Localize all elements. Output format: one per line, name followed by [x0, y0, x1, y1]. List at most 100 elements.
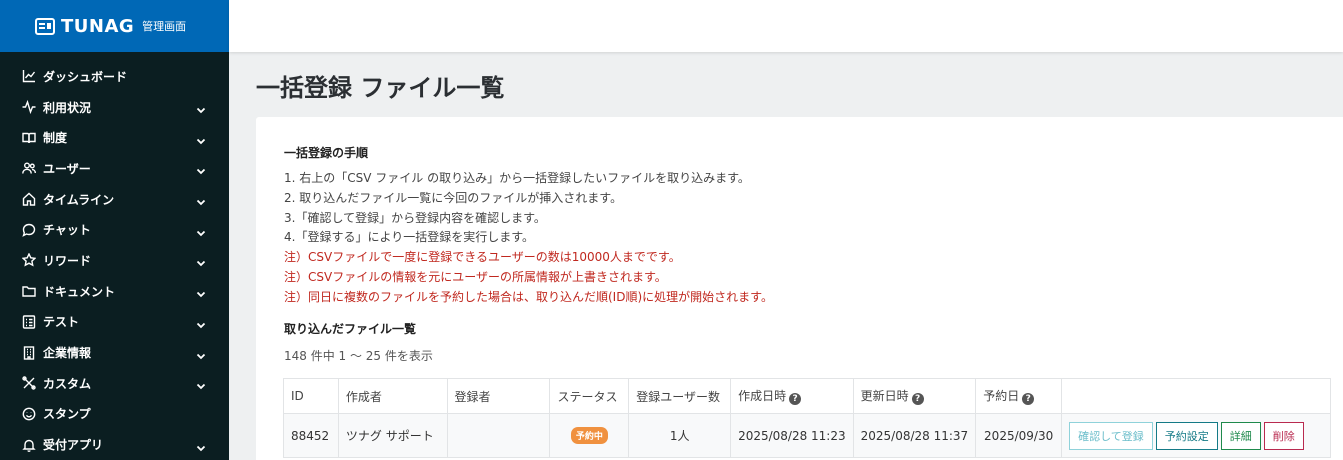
sidebar-item-label: 企業情報 [43, 346, 92, 361]
chevron-down-icon [195, 285, 207, 298]
sidebar-item-stamps[interactable]: スタンプ [0, 399, 229, 430]
chart-line-icon [22, 69, 36, 83]
status-badge: 予約中 [570, 427, 608, 444]
tools-icon [22, 376, 36, 390]
sidebar-item-dashboard[interactable]: ダッシュボード [0, 61, 229, 92]
column-header-updated: 更新日時? [852, 378, 977, 414]
cell-created: 2025/08/28 11:23 [730, 413, 854, 458]
sidebar-nav: ダッシュボード 利用状況 制度 ユーザー タイムライン チャット リワード ドキ… [0, 61, 229, 460]
sidebar-item-users[interactable]: ユーザー [0, 153, 229, 184]
activity-icon [22, 100, 36, 115]
chevron-down-icon [195, 439, 207, 451]
schedule-settings-button[interactable]: 予約設定 [1155, 421, 1218, 450]
star-icon [22, 253, 36, 267]
bell-icon [22, 438, 36, 452]
instruction-step: 4.「登録する」により一括登録を実行します。 [284, 230, 535, 245]
home-icon [22, 192, 36, 206]
sidebar-item-label: ユーザー [43, 161, 91, 176]
book-icon [22, 131, 36, 145]
cell-user-count: 1人 [628, 413, 732, 458]
column-header-creator: 作成者 [337, 378, 448, 414]
sidebar-item-reward[interactable]: リワード [0, 245, 229, 276]
instruction-note: 注）CSVファイルで一度に登録できるユーザーの数は10000人までです。 [284, 250, 681, 265]
cell-creator: ツナグ サポート [337, 413, 448, 458]
sidebar-item-label: タイムライン [43, 192, 115, 207]
users-icon [22, 161, 36, 175]
chat-icon [22, 223, 36, 237]
sidebar-item-label: 制度 [43, 131, 68, 146]
table-header-row: ID 作成者 登録者 ステータス 登録ユーザー数 作成日時? 更新日時? 予約日… [283, 378, 1331, 414]
checklist-icon [22, 315, 36, 329]
help-icon[interactable]: ? [1022, 393, 1035, 405]
column-header-label: 予約日 [983, 389, 1020, 403]
column-header-scheduled: 予約日? [975, 378, 1063, 414]
instruction-note: 注）CSVファイルの情報を元にユーザーの所属情報が上書きされます。 [284, 269, 667, 284]
cell-status: 予約中 [549, 413, 630, 458]
sidebar-item-label: ドキュメント [43, 284, 116, 299]
files-table: ID 作成者 登録者 ステータス 登録ユーザー数 作成日時? 更新日時? 予約日… [283, 378, 1331, 458]
brand-subtitle: 管理画面 [142, 20, 187, 33]
chevron-down-icon [195, 377, 207, 390]
row-actions: 確認して登録 予約設定 詳細 削除 [1062, 421, 1330, 450]
sidebar-item-test[interactable]: テスト [0, 307, 229, 338]
column-header-label: 更新日時 [860, 389, 909, 403]
instruction-step: 2. 取り込んだファイル一覧に今回のファイルが挿入されます。 [284, 190, 623, 205]
sidebar-item-custom[interactable]: カスタム [0, 368, 229, 399]
column-header-id: ID [283, 378, 339, 414]
confirm-register-button[interactable]: 確認して登録 [1069, 421, 1153, 450]
cell-registrant [446, 413, 551, 458]
folder-icon [22, 284, 36, 298]
instruction-step: 3.「確認して登録」から登録内容を確認します。 [284, 210, 546, 225]
tunag-logo-icon [35, 17, 55, 35]
sidebar-item-label: ダッシュボード [43, 69, 128, 84]
sidebar-item-label: リワード [43, 253, 92, 268]
column-header-registrant: 登録者 [446, 378, 551, 414]
cell-id: 88452 [283, 413, 339, 458]
building-icon [22, 345, 36, 360]
cell-updated: 2025/08/28 11:37 [852, 413, 977, 458]
pagination-count: 148 件中 1 〜 25 件を表示 [284, 349, 433, 363]
instructions-list: 1. 右上の「CSV ファイル の取り込み」から一括登録したいファイルを取り込み… [284, 169, 773, 308]
smile-icon [22, 407, 36, 421]
sidebar-item-documents[interactable]: ドキュメント [0, 276, 229, 307]
delete-button[interactable]: 削除 [1263, 421, 1304, 450]
help-icon[interactable]: ? [789, 393, 802, 405]
sidebar-item-chat[interactable]: チャット [0, 214, 229, 245]
chevron-down-icon [195, 254, 207, 267]
chevron-down-icon [195, 193, 207, 206]
help-icon[interactable]: ? [911, 393, 924, 405]
sidebar-item-timeline[interactable]: タイムライン [0, 184, 229, 215]
files-heading: 取り込んだファイル一覧 [284, 322, 417, 336]
column-header-user-count: 登録ユーザー数 [628, 378, 732, 414]
sidebar-item-label: テスト [43, 315, 80, 330]
chevron-down-icon [195, 316, 207, 329]
sidebar-item-usage[interactable]: 利用状況 [0, 92, 229, 123]
chevron-down-icon [195, 132, 207, 144]
detail-button[interactable]: 詳細 [1220, 421, 1261, 450]
column-header-status: ステータス [549, 378, 630, 414]
sidebar-item-system[interactable]: 制度 [0, 122, 229, 153]
chevron-down-icon [195, 101, 207, 114]
top-bar [229, 0, 1343, 52]
column-header-actions [1061, 378, 1331, 414]
table-row: 88452 ツナグ サポート 予約中 1人 2025/08/28 11:23 2… [283, 413, 1331, 458]
cell-scheduled: 2025/09/30 [975, 413, 1063, 458]
cell-actions: 確認して登録 予約設定 詳細 削除 [1061, 413, 1331, 458]
brand-header[interactable]: TUNAG 管理画面 [0, 0, 229, 52]
chevron-down-icon [195, 162, 207, 175]
sidebar-item-label: 利用状況 [43, 100, 92, 115]
sidebar: TUNAG 管理画面 ダッシュボード 利用状況 制度 ユーザー タイムライン チ… [0, 0, 229, 460]
sidebar-item-label: カスタム [43, 376, 92, 391]
sidebar-item-label: チャット [43, 223, 91, 238]
instruction-step: 1. 右上の「CSV ファイル の取り込み」から一括登録したいファイルを取り込み… [284, 171, 750, 185]
instruction-note: 注）同日に複数のファイルを予約した場合は、取り込んだ順(ID順)に処理が開始され… [284, 289, 773, 304]
brand-name: TUNAG [61, 15, 135, 37]
sidebar-item-label: 受付アプリ [43, 438, 104, 453]
sidebar-item-reception-app[interactable]: 受付アプリ [0, 429, 229, 460]
sidebar-item-company-info[interactable]: 企業情報 [0, 337, 229, 368]
content-card: 一括登録の手順 1. 右上の「CSV ファイル の取り込み」から一括登録したいフ… [256, 117, 1343, 460]
column-header-label: 作成日時 [738, 389, 787, 403]
chevron-down-icon [195, 347, 207, 359]
page-title: 一括登録 ファイル一覧 [256, 74, 505, 102]
instructions-heading: 一括登録の手順 [284, 146, 369, 160]
